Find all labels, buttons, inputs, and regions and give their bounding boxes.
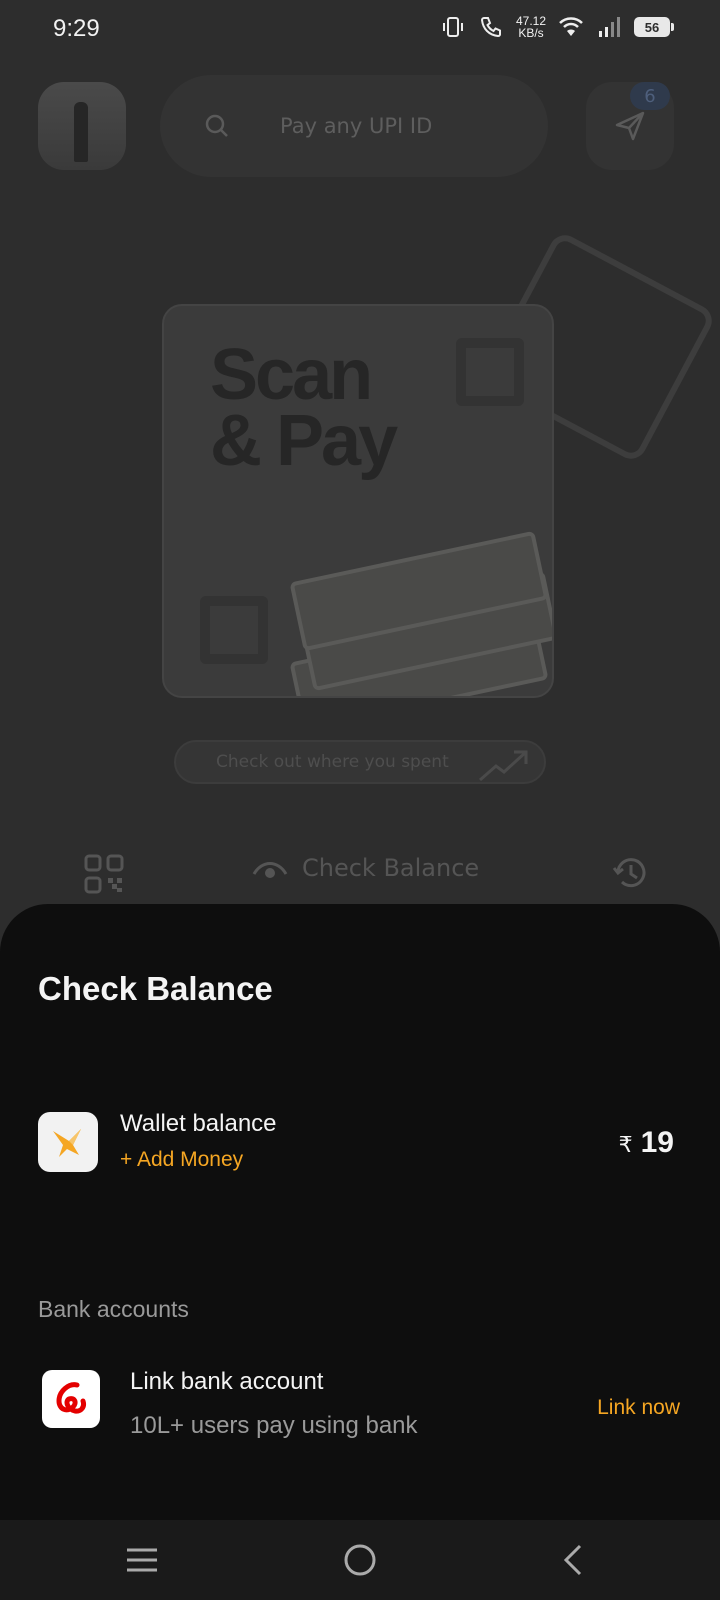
menu-icon[interactable] bbox=[124, 1542, 160, 1578]
vibrate-icon bbox=[442, 17, 463, 37]
banner-title: Scan & Pay bbox=[210, 335, 398, 481]
check-balance-label: Check Balance bbox=[302, 854, 480, 882]
notification-badge: 6 bbox=[630, 82, 670, 110]
banner-title-line2: & Pay bbox=[210, 401, 398, 481]
wifi-icon bbox=[559, 17, 583, 36]
spending-insights-link[interactable]: Check out where you spent bbox=[174, 740, 546, 784]
money-stack-illustration bbox=[289, 526, 552, 696]
back-icon[interactable] bbox=[556, 1542, 592, 1578]
link-bank-title: Link bank account bbox=[130, 1368, 324, 1395]
wallet-balance-label: Wallet balance bbox=[120, 1110, 277, 1137]
qr-corner-decoration bbox=[456, 338, 524, 406]
link-now-button[interactable]: Link now bbox=[597, 1396, 680, 1420]
status-bar: 9:29 47.12 KB/s 56 bbox=[0, 0, 720, 60]
airtel-logo-icon bbox=[42, 1370, 100, 1428]
airtel-swirl-icon bbox=[56, 1382, 86, 1414]
wallet-bird-icon bbox=[53, 1129, 81, 1157]
status-time: 9:29 bbox=[53, 15, 100, 42]
qr-icon[interactable] bbox=[84, 854, 124, 894]
spending-insights-text: Check out where you spent bbox=[216, 752, 449, 772]
signal-icon bbox=[599, 17, 620, 37]
history-icon[interactable] bbox=[612, 854, 650, 892]
add-money-link[interactable]: + Add Money bbox=[120, 1148, 243, 1172]
battery-icon: 56 bbox=[634, 17, 674, 37]
profile-avatar[interactable] bbox=[38, 82, 126, 170]
call-icon bbox=[480, 17, 501, 38]
search-icon bbox=[205, 114, 228, 137]
wallet-logo-icon bbox=[38, 1112, 98, 1172]
system-nav-bar bbox=[0, 1520, 720, 1600]
sheet-title: Check Balance bbox=[38, 970, 273, 1007]
link-bank-subtitle: 10L+ users pay using bank bbox=[130, 1412, 418, 1439]
quick-actions: Check Balance bbox=[0, 840, 720, 900]
home-icon[interactable] bbox=[342, 1542, 378, 1578]
avatar-figure bbox=[74, 102, 88, 162]
qr-corner-decoration bbox=[200, 596, 268, 664]
bank-accounts-header: Bank accounts bbox=[38, 1296, 189, 1322]
network-speed-unit: KB/s bbox=[518, 26, 544, 40]
banner-title-line1: Scan bbox=[210, 335, 373, 415]
search-placeholder: Pay any UPI ID bbox=[280, 114, 433, 138]
balance-value: 19 bbox=[640, 1126, 674, 1159]
currency-symbol: ₹ bbox=[618, 1132, 633, 1157]
trend-arrow-icon bbox=[479, 750, 528, 782]
network-speed: 47.12 KB/s bbox=[516, 15, 546, 39]
check-balance-button[interactable]: Check Balance bbox=[252, 854, 479, 882]
send-icon bbox=[615, 111, 645, 141]
wallet-balance-amount: ₹ 19 bbox=[619, 1126, 674, 1160]
check-balance-sheet: Check Balance Wallet balance + Add Money… bbox=[0, 904, 720, 1520]
search-bar[interactable]: Pay any UPI ID bbox=[160, 75, 548, 177]
status-icons: 47.12 KB/s 56 bbox=[440, 14, 674, 40]
eye-icon bbox=[252, 862, 288, 878]
scan-and-pay-banner[interactable]: Scan & Pay bbox=[162, 304, 554, 698]
